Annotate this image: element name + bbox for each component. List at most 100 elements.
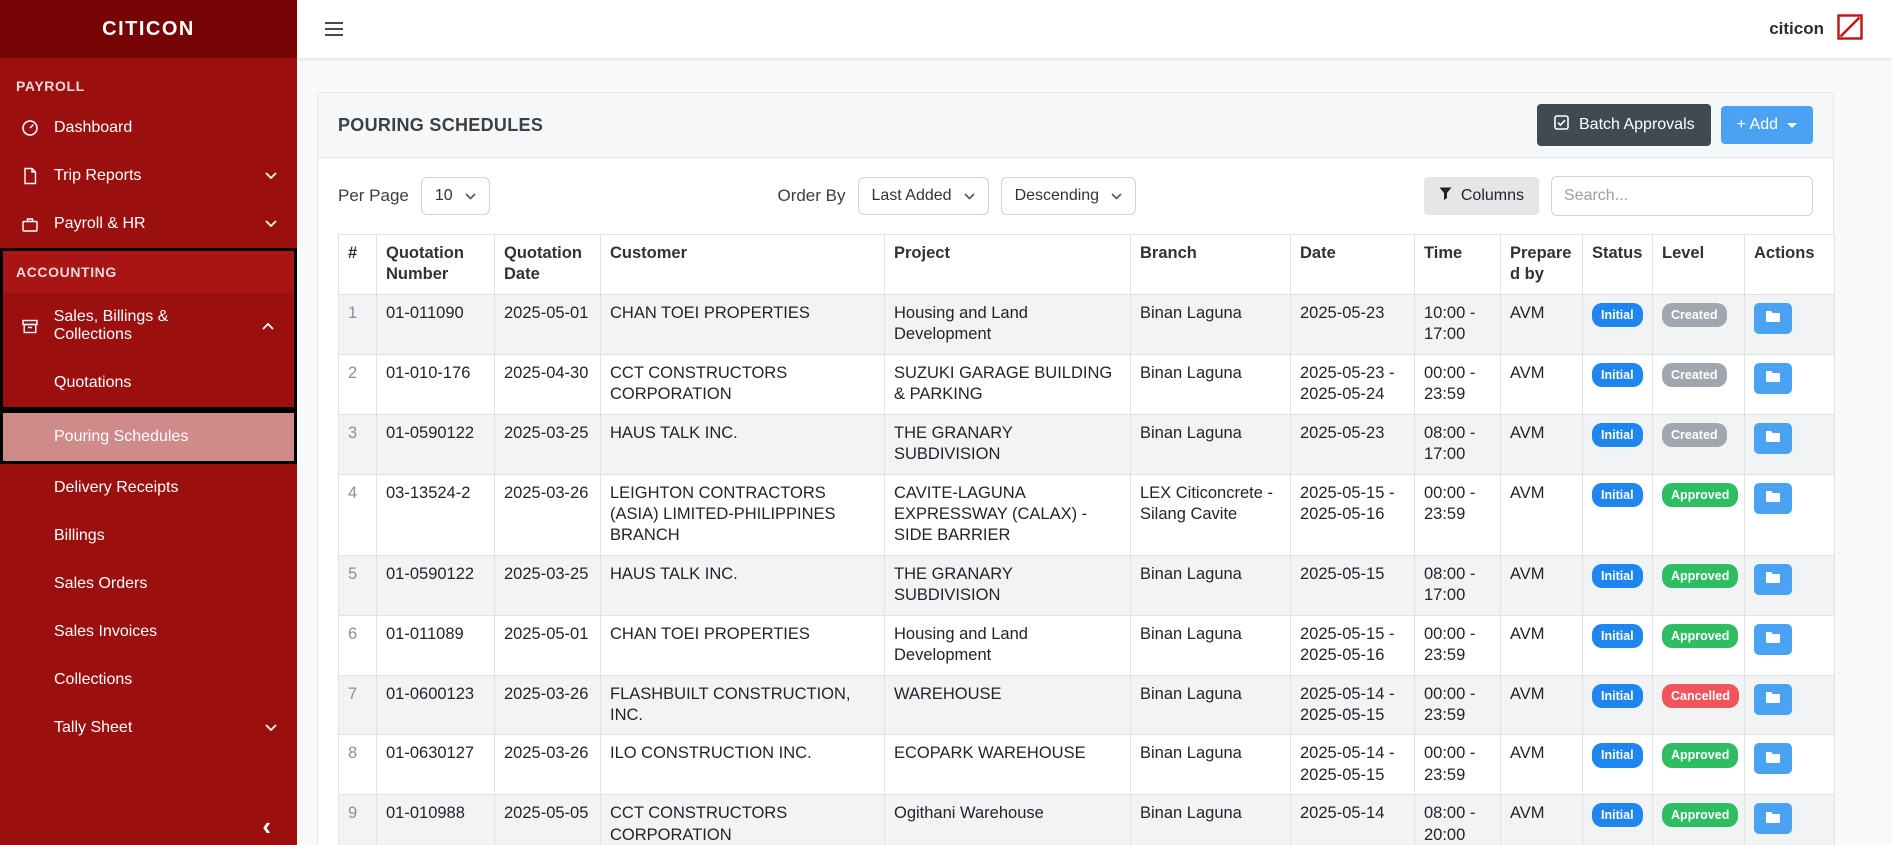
project-cell: WAREHOUSE [884,674,1131,736]
search-input[interactable] [1551,176,1813,216]
branch-cell: Binan Laguna [1130,353,1291,415]
prepared-by-cell: AVM [1500,413,1583,475]
branch-cell: Binan Laguna [1130,614,1291,676]
folder-icon [1765,370,1781,386]
branch-cell: Binan Laguna [1130,734,1291,796]
status-badge: Initial [1592,482,1643,507]
col-header-prepared-by: Prepared by [1500,234,1583,295]
gauge-icon [20,119,40,137]
sidebar-item-quotations[interactable]: Quotations [3,359,294,407]
branch-cell: Binan Laguna [1130,413,1291,475]
sidebar-item-tally-sheet[interactable]: Tally Sheet [0,704,297,752]
open-record-button[interactable] [1754,743,1792,775]
status-badge: Initial [1592,743,1643,768]
sidebar-item-billings[interactable]: Billings [0,512,297,560]
project-cell: THE GRANARY SUBDIVISION [884,413,1131,475]
chevron-down-icon [265,724,277,732]
status-badge: Initial [1592,803,1643,828]
date-cell: 2025-05-14 [1290,794,1415,845]
quotation-date-cell: 2025-05-01 [494,293,601,355]
sidebar-item-label: Sales, Billings & Collections [53,308,169,343]
archive-icon [20,317,40,335]
actions-cell [1744,293,1835,355]
actions-cell [1744,794,1835,845]
time-cell: 10:00 - 17:00 [1414,293,1501,355]
columns-label: Columns [1460,187,1524,204]
level-cell: Created [1652,293,1745,355]
open-record-button[interactable] [1754,422,1792,454]
sidebar-item-dashboard[interactable]: Dashboard [0,104,297,152]
open-record-button[interactable] [1754,803,1792,835]
table-body: 1 01-011090 2025-05-01 CHAN TOEI PROPERT… [338,293,1835,845]
branch-cell: Binan Laguna [1130,674,1291,736]
status-cell: Initial [1582,674,1653,736]
open-record-button[interactable] [1754,482,1792,514]
sidebar-item-delivery-receipts[interactable]: Delivery Receipts [0,464,297,512]
open-record-button[interactable] [1754,362,1792,394]
clipboard-check-icon [1553,114,1570,136]
pouring-schedules-table: # Quotation Number Quotation Date Custom… [338,234,1835,845]
open-record-button[interactable] [1754,623,1792,655]
batch-approvals-button[interactable]: Batch Approvals [1537,104,1711,146]
sidebar-item-sales-invoices[interactable]: Sales Invoices [0,608,297,656]
order-direction-select[interactable]: Descending [1000,177,1137,215]
actions-cell [1744,674,1835,736]
customer-cell: CCT CONSTRUCTORS CORPORATION [600,353,885,415]
sidebar-item-sales-billings-collections[interactable]: Sales, Billings & Collections [3,293,294,359]
add-button[interactable]: + Add [1720,106,1813,144]
branch-cell: Binan Laguna [1130,554,1291,616]
order-by-value: Last Added [871,187,952,204]
annotation-highlight-box-active: Pouring Schedules [0,410,297,464]
sidebar-item-label: Tally Sheet [54,719,133,736]
table-controls: Per Page 10 Order By Last Added Descendi… [338,176,1813,216]
date-cell: 2025-05-14 - 2025-05-15 [1290,734,1415,796]
table-row: 2 01-010-176 2025-04-30 CCT CONSTRUCTORS… [338,353,1835,415]
collapse-sidebar-icon[interactable]: ‹ [262,813,271,839]
quotation-number-cell: 01-0600123 [376,674,495,736]
per-page-value: 10 [434,187,453,204]
order-by-label: Order By [777,186,846,205]
quotation-date-cell: 2025-03-26 [494,734,601,796]
sidebar-item-trip-reports[interactable]: Trip Reports [0,152,297,200]
actions-cell [1744,734,1835,796]
prepared-by-cell: AVM [1500,293,1583,355]
main-area: citicon POURING SCHEDULES Batch Approval… [297,0,1892,845]
customer-cell: LEIGHTON CONTRACTORS (ASIA) LIMITED-PHIL… [600,473,885,556]
open-record-button[interactable] [1754,563,1792,595]
sidebar-item-payroll-hr[interactable]: Payroll & HR [0,200,297,248]
actions-cell [1744,353,1835,415]
sidebar-item-sales-orders[interactable]: Sales Orders [0,560,297,608]
date-cell: 2025-05-14 - 2025-05-15 [1290,674,1415,736]
folder-icon [1765,691,1781,707]
time-cell: 08:00 - 17:00 [1414,413,1501,475]
project-cell: SUZUKI GARAGE BUILDING & PARKING [884,353,1131,415]
project-cell: Ogithani Warehouse [884,794,1131,845]
quotation-number-cell: 01-011089 [376,614,495,676]
funnel-icon [1439,187,1452,205]
folder-icon [1765,490,1781,506]
header-actions: Batch Approvals + Add [1537,104,1813,146]
table-row: 3 01-0590122 2025-03-25 HAUS TALK INC. T… [338,413,1835,475]
row-number-cell: 9 [338,794,377,845]
open-record-button[interactable] [1754,302,1792,334]
menu-toggle-icon[interactable] [325,18,343,40]
quotation-number-cell: 01-010988 [376,794,495,845]
folder-icon [1765,751,1781,767]
folder-icon [1765,571,1781,587]
folder-icon [1765,631,1781,647]
quotation-date-cell: 2025-03-25 [494,554,601,616]
level-badge: Cancelled [1662,683,1740,708]
open-record-button[interactable] [1754,683,1792,715]
level-badge: Approved [1662,743,1739,768]
actions-cell [1744,473,1835,556]
columns-button[interactable]: Columns [1423,177,1539,215]
order-by-select[interactable]: Last Added [857,177,989,215]
sidebar-item-pouring-schedules[interactable]: Pouring Schedules [3,413,294,461]
briefcase-icon [20,215,40,233]
row-number-cell: 6 [338,614,377,676]
col-header-quotation-number: Quotation Number [376,234,495,295]
section-label-payroll: PAYROLL [16,78,85,94]
sidebar-item-collections[interactable]: Collections [0,656,297,704]
level-cell: Created [1652,353,1745,415]
per-page-select[interactable]: 10 [420,177,490,215]
